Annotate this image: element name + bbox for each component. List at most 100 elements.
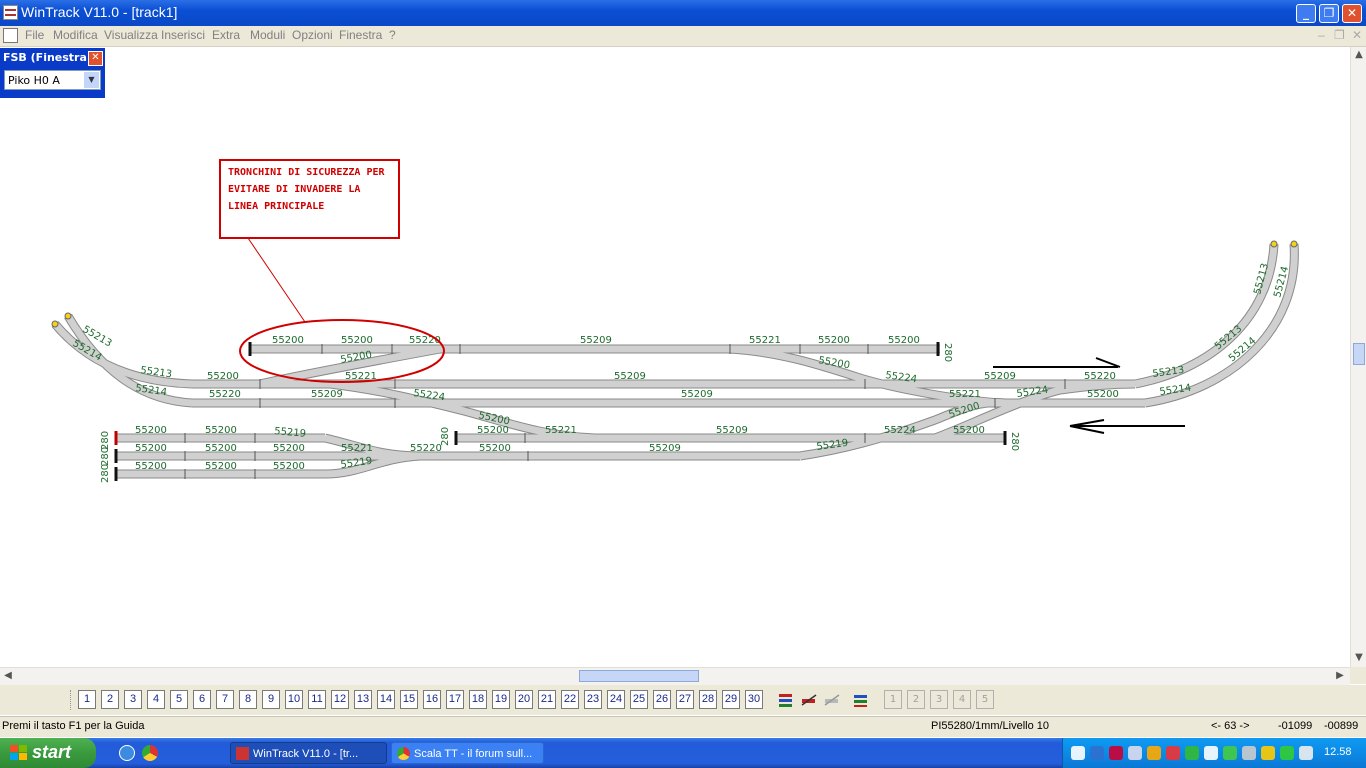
vertical-scroll-thumb[interactable] xyxy=(1353,343,1365,365)
menu-visualizza[interactable]: Visualizza xyxy=(104,28,158,42)
quicklaunch-chrome-icon[interactable] xyxy=(142,745,158,761)
scroll-up-icon[interactable]: ▲ xyxy=(1351,47,1366,63)
layer-button-7[interactable]: 7 xyxy=(216,690,234,709)
layer-button-12[interactable]: 12 xyxy=(331,690,349,709)
layer-button-6[interactable]: 6 xyxy=(193,690,211,709)
layer-button-26[interactable]: 26 xyxy=(653,690,671,709)
catalog-select-value: Piko H0 A xyxy=(8,74,60,87)
mdi-close-icon[interactable]: ✕ xyxy=(1352,28,1362,42)
layer-button-15[interactable]: 15 xyxy=(400,690,418,709)
shield-icon[interactable] xyxy=(1261,746,1275,760)
status-y: -00899 xyxy=(1324,720,1359,732)
chevron-down-icon[interactable]: ▼ xyxy=(84,72,99,88)
layer-button-17[interactable]: 17 xyxy=(446,690,464,709)
layer-button-21[interactable]: 21 xyxy=(538,690,556,709)
track-canvas[interactable]: 55200 55200 55220 55209 55221 55200 5520… xyxy=(0,47,1350,667)
menu-help[interactable]: ? xyxy=(389,28,396,42)
layer-button-28[interactable]: 28 xyxy=(699,690,717,709)
layer-button-25[interactable]: 25 xyxy=(630,690,648,709)
security-icon[interactable] xyxy=(1147,746,1161,760)
layer-button-9[interactable]: 9 xyxy=(262,690,280,709)
layer-button-3[interactable]: 3 xyxy=(124,690,142,709)
mdi-minimize-icon[interactable]: – xyxy=(1318,28,1325,42)
extra-button-4[interactable]: 4 xyxy=(953,690,971,709)
layer-button-13[interactable]: 13 xyxy=(354,690,372,709)
layer-button-1[interactable]: 1 xyxy=(78,690,96,709)
annotation-text-wrap: TRONCHINI DI SICUREZZA PER EVITARE DI IN… xyxy=(228,167,385,212)
layer-button-23[interactable]: 23 xyxy=(584,690,602,709)
messenger-icon[interactable] xyxy=(1280,746,1294,760)
display-icon[interactable] xyxy=(1128,746,1142,760)
track-label: 55200 xyxy=(818,335,850,346)
menu-file[interactable]: File xyxy=(25,28,44,42)
menu-modifica[interactable]: Modifica xyxy=(53,28,98,42)
taskbar-item-wintrack[interactable]: WinTrack V11.0 - [tr... xyxy=(230,742,387,764)
document-icon[interactable] xyxy=(3,28,18,43)
track-label: 280 xyxy=(100,447,111,466)
menu-moduli[interactable]: Moduli xyxy=(250,28,285,42)
scroll-left-icon[interactable]: ◀ xyxy=(0,668,16,684)
layer-button-14[interactable]: 14 xyxy=(377,690,395,709)
minimize-button[interactable]: _ xyxy=(1296,4,1316,23)
layer-edit-icon[interactable] xyxy=(800,691,818,709)
fsb-panel: FSB (Finestra... ✕ Piko H0 A ▼ xyxy=(0,48,105,98)
layer-button-16[interactable]: 16 xyxy=(423,690,441,709)
fsb-close-icon[interactable]: ✕ xyxy=(88,51,103,66)
layer-button-19[interactable]: 19 xyxy=(492,690,510,709)
printer-icon[interactable] xyxy=(1299,746,1313,760)
layer-button-22[interactable]: 22 xyxy=(561,690,579,709)
menu-extra[interactable]: Extra xyxy=(212,28,240,42)
layer-stack-icon[interactable] xyxy=(852,691,870,709)
layer-toolbar: 1 2 3 4 5 6 7 8 9 10 11 12 13 14 15 16 17 18 19 20 21 22 23 24 2… xyxy=(0,685,1366,715)
horizontal-scrollbar[interactable]: ◀ ▶ xyxy=(0,667,1350,685)
layer-button-10[interactable]: 10 xyxy=(285,690,303,709)
extra-button-2[interactable]: 2 xyxy=(907,690,925,709)
menu-finestra[interactable]: Finestra xyxy=(339,28,382,42)
extra-button-1[interactable]: 1 xyxy=(884,690,902,709)
layer-button-20[interactable]: 20 xyxy=(515,690,533,709)
track-label: 55221 xyxy=(341,443,373,454)
layer-button-30[interactable]: 30 xyxy=(745,690,763,709)
update-icon[interactable] xyxy=(1185,746,1199,760)
restore-button[interactable]: ❐ xyxy=(1319,4,1339,23)
layer-button-18[interactable]: 18 xyxy=(469,690,487,709)
wifi-icon[interactable] xyxy=(1204,746,1218,760)
layer-button-8[interactable]: 8 xyxy=(239,690,257,709)
mdi-restore-icon[interactable]: ❐ xyxy=(1334,28,1345,42)
scroll-right-icon[interactable]: ▶ xyxy=(1332,668,1348,684)
horizontal-scroll-thumb[interactable] xyxy=(579,670,699,682)
menu-opzioni[interactable]: Opzioni xyxy=(292,28,333,42)
menu-inserisci[interactable]: Inserisci xyxy=(161,28,205,42)
sync-icon[interactable] xyxy=(1223,746,1237,760)
layers-icon[interactable] xyxy=(777,691,795,709)
extra-button-5[interactable]: 5 xyxy=(976,690,994,709)
quicklaunch-ie-icon[interactable] xyxy=(119,745,135,761)
track-label: 280 xyxy=(942,343,953,362)
network-icon[interactable] xyxy=(1071,746,1085,760)
extra-button-3[interactable]: 3 xyxy=(930,690,948,709)
bluetooth-icon[interactable] xyxy=(1090,746,1104,760)
app-icon[interactable] xyxy=(3,5,18,20)
layer-button-29[interactable]: 29 xyxy=(722,690,740,709)
track-label: 55200 xyxy=(135,443,167,454)
track-layout[interactable]: 55200 55200 55220 55209 55221 55200 5520… xyxy=(0,47,1350,667)
clock[interactable]: 12.58 xyxy=(1324,746,1352,758)
taskbar-item-browser[interactable]: Scala TT - il forum sull... xyxy=(391,742,544,764)
layer-button-11[interactable]: 11 xyxy=(308,690,326,709)
catalog-select[interactable]: Piko H0 A ▼ xyxy=(4,70,101,90)
track-labels: 55200 55200 55220 55209 55221 55200 5520… xyxy=(71,262,1292,483)
windows-logo-icon xyxy=(10,745,27,761)
scroll-down-icon[interactable]: ▼ xyxy=(1351,650,1366,666)
track-label: 55200 xyxy=(205,461,237,472)
layer-button-4[interactable]: 4 xyxy=(147,690,165,709)
vertical-scrollbar[interactable]: ▲ ▼ xyxy=(1350,47,1366,667)
volume-icon[interactable] xyxy=(1109,746,1123,760)
layer-button-5[interactable]: 5 xyxy=(170,690,188,709)
layer-button-2[interactable]: 2 xyxy=(101,690,119,709)
power-icon[interactable] xyxy=(1242,746,1256,760)
close-button[interactable]: ✕ xyxy=(1342,4,1362,23)
layer-button-24[interactable]: 24 xyxy=(607,690,625,709)
start-button[interactable]: start xyxy=(0,738,96,768)
layer-button-27[interactable]: 27 xyxy=(676,690,694,709)
antivirus-icon[interactable] xyxy=(1166,746,1180,760)
